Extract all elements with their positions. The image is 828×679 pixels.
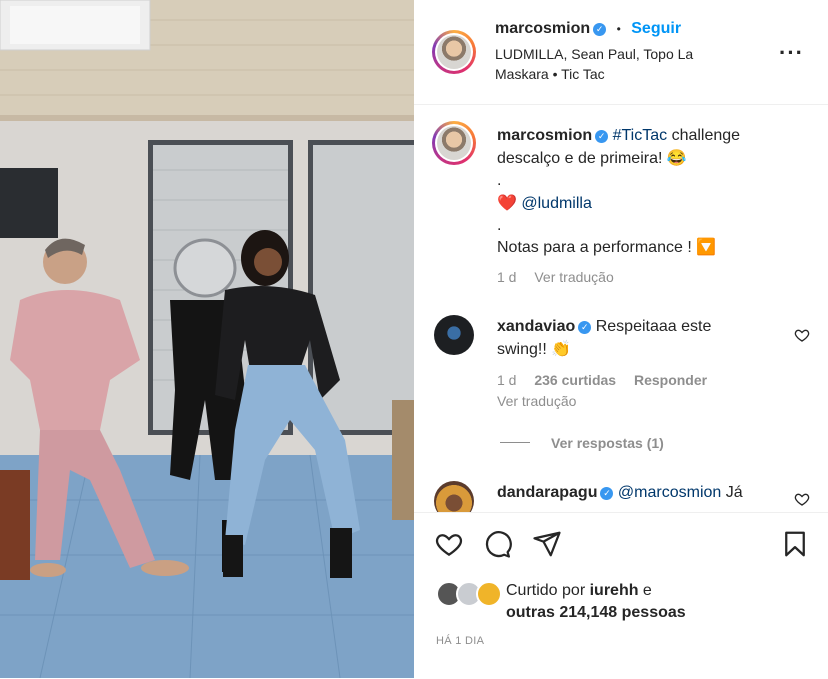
comment-1-reply-button[interactable]: Responder	[634, 372, 707, 388]
comment-bubble-icon[interactable]	[482, 529, 512, 559]
verified-badge-icon: ✓	[600, 487, 614, 500]
liked-by-user[interactable]: iurehh	[590, 582, 639, 599]
audio-line-1: LUDMILLA, Sean Paul, Topo La	[495, 46, 694, 62]
comment-1-text-2: swing!! 👏	[497, 341, 572, 358]
post-media[interactable]	[0, 0, 414, 678]
separator-dot: •	[616, 22, 621, 36]
comment-2-username[interactable]: dandarapagu	[497, 484, 597, 501]
comment-2-line-1: dandarapagu ✓ @marcosmion Já	[497, 482, 787, 504]
caption-translate-link[interactable]: Ver tradução	[534, 269, 613, 285]
author-avatar[interactable]	[432, 30, 476, 74]
verified-badge-icon: ✓	[593, 23, 607, 36]
commenter-avatar[interactable]	[434, 481, 474, 512]
caption-age: 1 d	[497, 269, 517, 285]
view-replies-button[interactable]: Ver respostas (1)	[551, 435, 664, 451]
audio-info[interactable]: LUDMILLA, Sean Paul, Topo La Maskara • T…	[495, 44, 735, 84]
likes-count[interactable]: outras 214,148 pessoas	[506, 604, 686, 622]
comment-1-translate-link[interactable]: Ver tradução	[497, 393, 576, 409]
comment-1-age: 1 d	[497, 372, 517, 388]
commenter-avatar[interactable]	[434, 315, 474, 355]
author-username[interactable]: marcosmion	[495, 20, 590, 37]
red-heart-emoji: ❤️	[497, 195, 517, 212]
follow-button[interactable]: Seguir	[631, 20, 681, 37]
caption-line-5: Notas para a performance ! 🔽	[497, 239, 717, 256]
caption-hashtag[interactable]: #TicTac	[613, 127, 668, 144]
caption-line-2: descalço e de primeira! 😂	[497, 150, 687, 167]
verified-badge-icon: ✓	[595, 130, 609, 143]
audio-line-2: Maskara • Tic Tac	[495, 66, 605, 82]
caption-username[interactable]: marcosmion	[497, 127, 592, 144]
comment-like-heart-icon[interactable]	[794, 491, 810, 507]
author-row: marcosmion ✓ • Seguir	[495, 20, 681, 38]
like-heart-icon[interactable]	[434, 529, 464, 559]
more-horizontal-icon[interactable]: ···	[779, 40, 804, 66]
comments-area: marcosmion ✓ #TicTac challenge descalço e…	[414, 105, 828, 512]
comment-1-likes[interactable]: 236 curtidas	[534, 372, 616, 388]
liked-by-line: Curtido por iurehh e	[506, 582, 652, 600]
caption-line-1: marcosmion ✓ #TicTac challenge	[497, 125, 797, 147]
share-paper-plane-icon[interactable]	[532, 529, 562, 559]
comment-1-line-1: xandaviao ✓ Respeitaaa este	[497, 316, 787, 338]
replies-divider	[500, 442, 530, 443]
verified-badge-icon: ✓	[578, 321, 592, 334]
comment-2-mention[interactable]: @marcosmion	[618, 484, 721, 501]
post-header: marcosmion ✓ • Seguir LUDMILLA, Sean Paul…	[414, 0, 828, 105]
caption-mention[interactable]: @ludmilla	[521, 195, 591, 212]
liked-by-prefix: Curtido por	[506, 582, 590, 599]
caption-dot-2: .	[497, 217, 502, 234]
caption-mention-row: ❤️ @ludmilla	[497, 193, 592, 215]
caption-author-avatar[interactable]	[432, 121, 476, 165]
liker-avatar	[476, 581, 502, 607]
video-frame	[0, 0, 414, 678]
post-actions: Curtido por iurehh e outras 214,148 pess…	[414, 512, 828, 679]
comment-1-meta: 1 d 236 curtidas Responder	[497, 372, 707, 388]
post-panel: marcosmion ✓ • Seguir LUDMILLA, Sean Paul…	[414, 0, 828, 678]
comment-like-heart-icon[interactable]	[794, 327, 810, 343]
caption-dot-1: .	[497, 172, 502, 189]
save-bookmark-icon[interactable]	[780, 529, 810, 559]
caption-text-1: challenge	[667, 127, 741, 144]
comment-2-text: Já	[721, 484, 743, 501]
comment-1-username[interactable]: xandaviao	[497, 318, 575, 335]
caption-meta: 1 d Ver tradução	[497, 269, 614, 285]
comment-1-text-1: Respeitaaa este	[595, 318, 712, 335]
liked-by-suffix: e	[638, 582, 652, 599]
post-date[interactable]: HÁ 1 DIA	[436, 635, 484, 647]
